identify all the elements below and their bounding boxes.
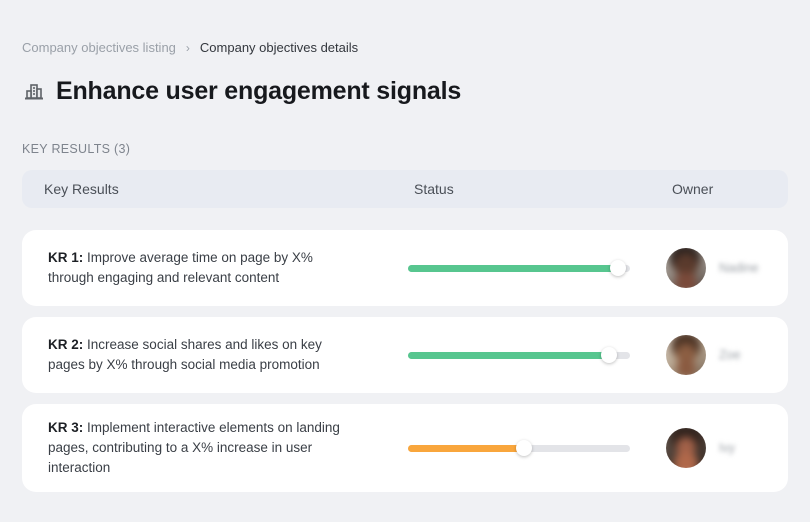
kr1-owner-name: Nadine: [719, 261, 759, 275]
kr3-owner-name: Ivy: [719, 441, 735, 455]
kr1-owner-avatar[interactable]: [666, 248, 706, 288]
table-row-kr3[interactable]: KR 3: Implement interactive elements on …: [22, 404, 788, 492]
page-title: Enhance user engagement signals: [56, 77, 462, 105]
kr3-progress-slider[interactable]: [408, 440, 630, 456]
key-results-section-label: KEY RESULTS (3): [22, 142, 131, 156]
kr3-owner-cell: Ivy: [650, 428, 788, 468]
kr1-owner-cell: Nadine: [650, 248, 788, 288]
kr2-progress-fill: [408, 347, 617, 363]
column-header-status: Status: [414, 181, 454, 197]
kr2-description-text: Increase social shares and likes on key …: [48, 337, 322, 372]
column-header-key-results: Key Results: [44, 181, 119, 197]
table-header: Key Results Status Owner: [22, 170, 788, 208]
kr1-label: KR 1:: [48, 250, 84, 265]
kr2-owner-cell: Zoe: [650, 335, 788, 375]
breadcrumb: Company objectives listing › Company obj…: [22, 40, 788, 55]
kr2-owner-name: Zoe: [719, 348, 741, 362]
breadcrumb-details-current: Company objectives details: [199, 40, 359, 55]
table-row-kr1[interactable]: KR 1: Improve average time on page by X%…: [22, 230, 788, 306]
kr2-slider-handle[interactable]: [600, 347, 617, 363]
buildings-icon: [22, 80, 46, 104]
objective-details-page: Company objectives listing › Company obj…: [0, 0, 810, 492]
kr3-description-text: Implement interactive elements on landin…: [48, 420, 340, 475]
kr2-label: KR 2:: [48, 337, 84, 352]
kr3-status-cell: [408, 440, 650, 456]
kr1-slider-handle[interactable]: [609, 260, 626, 276]
kr3-label: KR 3:: [48, 420, 84, 435]
column-header-owner: Owner: [672, 181, 714, 197]
chevron-right-icon: ›: [185, 40, 190, 55]
kr1-status-cell: [408, 260, 650, 276]
kr1-text: KR 1: Improve average time on page by X%…: [22, 248, 408, 288]
table-row-kr2[interactable]: KR 2: Increase social shares and likes o…: [22, 317, 788, 393]
kr2-text: KR 2: Increase social shares and likes o…: [22, 335, 408, 375]
kr1-progress-fill: [408, 260, 626, 276]
kr2-owner-avatar[interactable]: [666, 335, 706, 375]
kr3-owner-avatar[interactable]: [666, 428, 706, 468]
page-title-row: Enhance user engagement signals: [22, 77, 788, 106]
kr2-status-cell: [408, 347, 650, 363]
kr2-progress-slider[interactable]: [408, 347, 630, 363]
kr3-progress-fill: [408, 440, 533, 456]
breadcrumb-listing-link[interactable]: Company objectives listing: [22, 40, 176, 55]
kr1-description-text: Improve average time on page by X% throu…: [48, 250, 313, 285]
kr3-slider-handle[interactable]: [516, 440, 533, 456]
kr1-progress-slider[interactable]: [408, 260, 630, 276]
kr3-text: KR 3: Implement interactive elements on …: [22, 418, 408, 478]
